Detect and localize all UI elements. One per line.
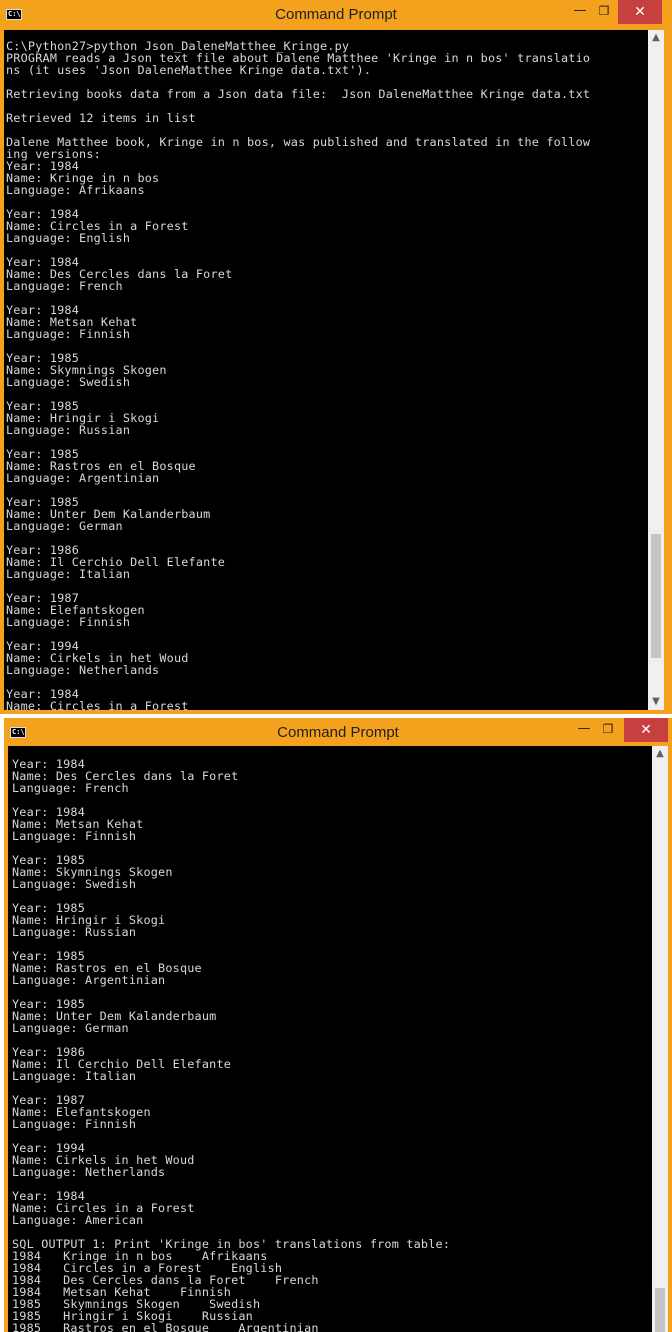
scroll-down-arrow-icon[interactable]: ▼ [648, 694, 664, 710]
command-prompt-window-1: C:\ Command Prompt — ❐ ✕ C:\Python27>pyt… [0, 0, 672, 714]
vertical-scrollbar[interactable]: ▲ [652, 746, 668, 1332]
close-button[interactable]: ✕ [618, 0, 662, 24]
scrollbar-thumb[interactable] [655, 1288, 665, 1332]
console-text: Year: 1984 Name: Des Cercles dans la For… [12, 757, 451, 1332]
console-text: C:\Python27>python Json_DaleneMatthee_Kr… [6, 39, 591, 710]
command-prompt-window-2: C:\ Command Prompt — ❐ ✕ Year: 1984 Name… [4, 718, 672, 1332]
maximize-button[interactable]: ❐ [594, 718, 622, 742]
title-bar[interactable]: C:\ Command Prompt — ❐ ✕ [0, 0, 672, 30]
scroll-up-arrow-icon[interactable]: ▲ [652, 746, 668, 762]
console-output[interactable]: Year: 1984 Name: Des Cercles dans la For… [8, 746, 652, 1332]
vertical-scrollbar[interactable]: ▲ ▼ [648, 30, 664, 710]
scroll-up-arrow-icon[interactable]: ▲ [648, 30, 664, 46]
title-bar[interactable]: C:\ Command Prompt — ❐ ✕ [4, 718, 672, 748]
console-output[interactable]: C:\Python27>python Json_DaleneMatthee_Kr… [4, 30, 648, 710]
maximize-button[interactable]: ❐ [590, 0, 618, 24]
close-button[interactable]: ✕ [624, 718, 668, 742]
scrollbar-thumb[interactable] [651, 534, 661, 658]
